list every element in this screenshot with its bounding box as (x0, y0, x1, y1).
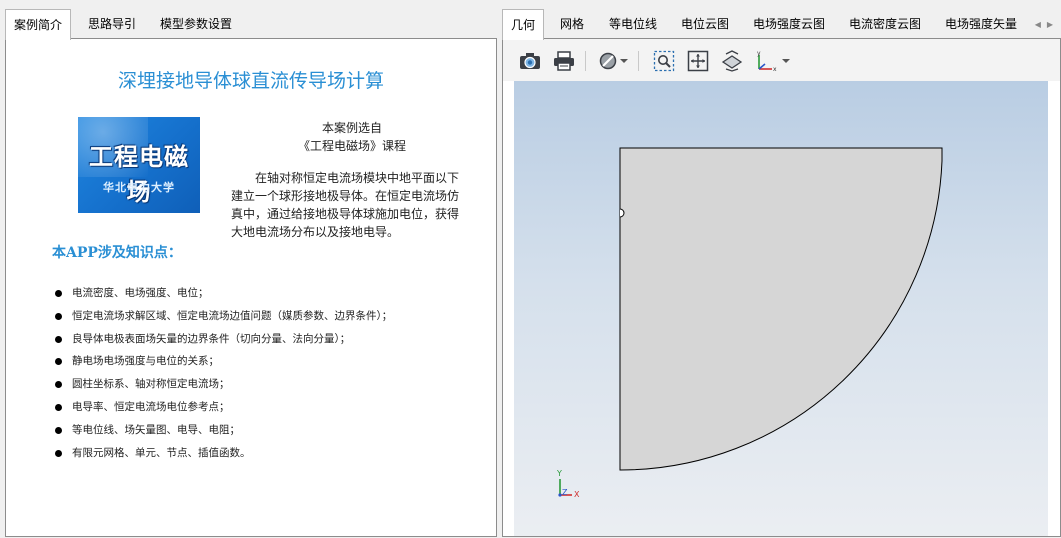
bullet-icon (55, 381, 62, 389)
course-logo: 工程电磁场 华北电力大学 (78, 117, 200, 213)
triad-y-label: Y (557, 469, 562, 478)
triad-z-label: Z (562, 488, 568, 497)
printer-icon[interactable] (551, 48, 577, 74)
tab-efield-contour[interactable]: 电场强度云图 (745, 9, 833, 37)
knowledge-list: 电流密度、电场强度、电位； 恒定电流场求解区域、恒定电流场边值问题（媒质参数、边… (52, 282, 392, 464)
list-item: 等电位线、场矢量图、电导、电阻； (52, 419, 392, 442)
tab-equipotential-lines[interactable]: 等电位线 (601, 9, 665, 37)
graphics-toolbar: yx (503, 39, 1060, 81)
tab-model-params[interactable]: 模型参数设置 (152, 9, 240, 37)
page-title: 深埋接地导体球直流传导场计算 (117, 70, 384, 92)
bullet-icon (55, 426, 62, 434)
tab-mesh[interactable]: 网格 (552, 9, 592, 37)
tab-geometry[interactable]: 几何 (502, 9, 545, 40)
svg-text:y: y (757, 50, 761, 57)
triad-x-label: X (574, 490, 580, 499)
right-pane: 几何 网格 等电位线 电位云图 电场强度云图 电流密度云图 电场强度矢量 ◀▶ (501, 0, 1061, 538)
axis-triad: Y Z X (552, 469, 592, 501)
tab-potential-contour[interactable]: 电位云图 (673, 9, 737, 37)
bullet-icon (55, 449, 62, 457)
list-item: 电流密度、电场强度、电位； (52, 282, 392, 305)
tab-efield-vector[interactable]: 电场强度矢量 (937, 9, 1025, 37)
intro-source-line1: 本案例选自 (321, 121, 382, 135)
tab-scroll-arrows[interactable]: ◀▶ (1035, 20, 1059, 29)
camera-icon[interactable] (517, 48, 543, 74)
chevron-down-icon[interactable] (779, 48, 793, 74)
svg-text:x: x (773, 66, 777, 72)
right-tabbar: 几何 网格 等电位线 电位云图 电场强度云图 电流密度云图 电场强度矢量 ◀▶ (501, 0, 1061, 40)
conductor-sphere-edge (619, 208, 625, 218)
axis-orientation-icon[interactable]: yx (753, 48, 779, 74)
chevron-down-icon[interactable] (617, 48, 631, 74)
left-pane: 案例简介 思路导引 模型参数设置 深埋接地导体球直流传导场计算 工程电磁场 华北… (0, 0, 499, 538)
list-item: 良导体电极表面场矢量的边界条件（切向分量、法向分量）； (52, 328, 392, 351)
toolbar-separator (638, 51, 639, 71)
logo-subtext: 华北电力大学 (103, 181, 175, 194)
logo-text: 工程电磁场 (89, 143, 189, 206)
list-item: 电导率、恒定电流场电位参考点； (52, 396, 392, 419)
zoom-extents-icon[interactable] (685, 48, 711, 74)
bullet-icon (55, 358, 62, 366)
tab-case-intro[interactable]: 案例简介 (5, 9, 72, 40)
graphics-viewport[interactable]: Y Z X (514, 81, 1048, 536)
tab-current-density-contour[interactable]: 电流密度云图 (841, 9, 929, 37)
tab-approach-guide[interactable]: 思路导引 (80, 9, 144, 37)
list-item: 静电场电场强度与电位的关系； (52, 350, 392, 373)
list-item: 有限元网格、单元、节点、插值函数。 (52, 442, 392, 465)
geometry-quarter-disk (619, 147, 943, 471)
knowledge-heading: 本APP涉及知识点： (52, 245, 182, 261)
left-tabbar: 案例简介 思路导引 模型参数设置 (0, 0, 499, 40)
toolbar-separator (585, 51, 586, 71)
intro-paragraph: 在轴对称恒定电流场模块中地平面以下建立一个球形接地极导体。在恒定电流场仿真中，通… (231, 171, 460, 239)
bullet-icon (55, 312, 62, 320)
bullet-icon (55, 290, 62, 297)
bullet-icon (55, 403, 62, 411)
list-item: 恒定电流场求解区域、恒定电流场边值问题（媒质参数、边界条件）； (52, 305, 392, 328)
zoom-box-icon[interactable] (651, 48, 677, 74)
intro-source-line2: 《工程电磁场》课程 (297, 139, 406, 153)
bullet-icon (55, 335, 62, 343)
case-intro-panel: 深埋接地导体球直流传导场计算 工程电磁场 华北电力大学 本案例选自 《工程电磁场… (5, 38, 497, 537)
list-item: 圆柱坐标系、轴对称恒定电流场； (52, 373, 392, 396)
geometry-panel: yx Y Z X (502, 38, 1061, 537)
transparency-icon[interactable] (719, 48, 745, 74)
